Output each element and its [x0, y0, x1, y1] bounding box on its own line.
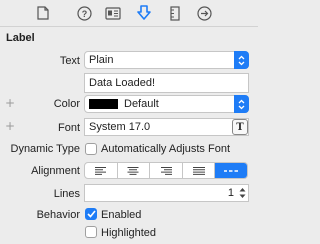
connections-icon[interactable]	[196, 5, 212, 21]
lines-value: 1	[227, 187, 234, 199]
add-variation-icon[interactable]: +	[5, 119, 15, 133]
chevron-updown-icon	[234, 95, 249, 113]
font-label: Font	[57, 122, 80, 134]
align-justify-icon[interactable]	[183, 163, 216, 178]
color-popup[interactable]: Default	[84, 95, 249, 113]
file-icon[interactable]	[35, 5, 51, 21]
color-label: Color	[53, 98, 80, 110]
identity-icon[interactable]	[105, 5, 121, 21]
font-value: System 17.0	[89, 121, 151, 133]
dynamic-type-label: Dynamic Type	[10, 143, 81, 155]
color-swatch	[89, 99, 118, 109]
label-text-input[interactable]	[89, 77, 239, 89]
align-natural-icon[interactable]	[215, 163, 247, 178]
help-icon[interactable]: ?	[76, 5, 92, 21]
stepper-arrows-icon[interactable]	[237, 185, 247, 201]
text-type-value: Plain	[89, 54, 114, 66]
chevron-updown-icon	[234, 51, 249, 69]
align-right-icon[interactable]	[150, 163, 183, 178]
highlighted-label: Highlighted	[101, 227, 157, 239]
dynamic-type-option: Automatically Adjusts Font	[101, 143, 231, 155]
size-icon[interactable]	[167, 5, 183, 21]
color-value: Default	[124, 98, 159, 110]
lines-label: Lines	[53, 188, 80, 200]
highlighted-checkbox[interactable]	[85, 226, 97, 238]
behavior-label: Behavior	[36, 209, 80, 221]
enabled-label: Enabled	[101, 209, 142, 221]
enabled-checkbox[interactable]	[85, 208, 97, 220]
attributes-icon[interactable]	[136, 5, 152, 21]
font-field[interactable]: System 17.0 T	[84, 118, 249, 136]
svg-text:?: ?	[81, 9, 87, 19]
alignment-label: Alignment	[31, 165, 80, 177]
inspector-toolbar: ?	[0, 0, 258, 27]
align-center-icon[interactable]	[118, 163, 151, 178]
section-title: Label	[6, 32, 35, 44]
add-variation-icon[interactable]: +	[5, 96, 15, 110]
text-type-popup[interactable]: Plain	[84, 51, 249, 69]
label-text-field[interactable]	[84, 73, 249, 93]
lines-stepper[interactable]: 1	[84, 184, 249, 202]
dynamic-type-checkbox[interactable]	[85, 143, 97, 155]
text-label: Text	[59, 55, 80, 67]
alignment-segmented-control[interactable]	[84, 162, 248, 179]
align-left-icon[interactable]	[85, 163, 118, 178]
font-picker-icon[interactable]: T	[232, 119, 248, 135]
